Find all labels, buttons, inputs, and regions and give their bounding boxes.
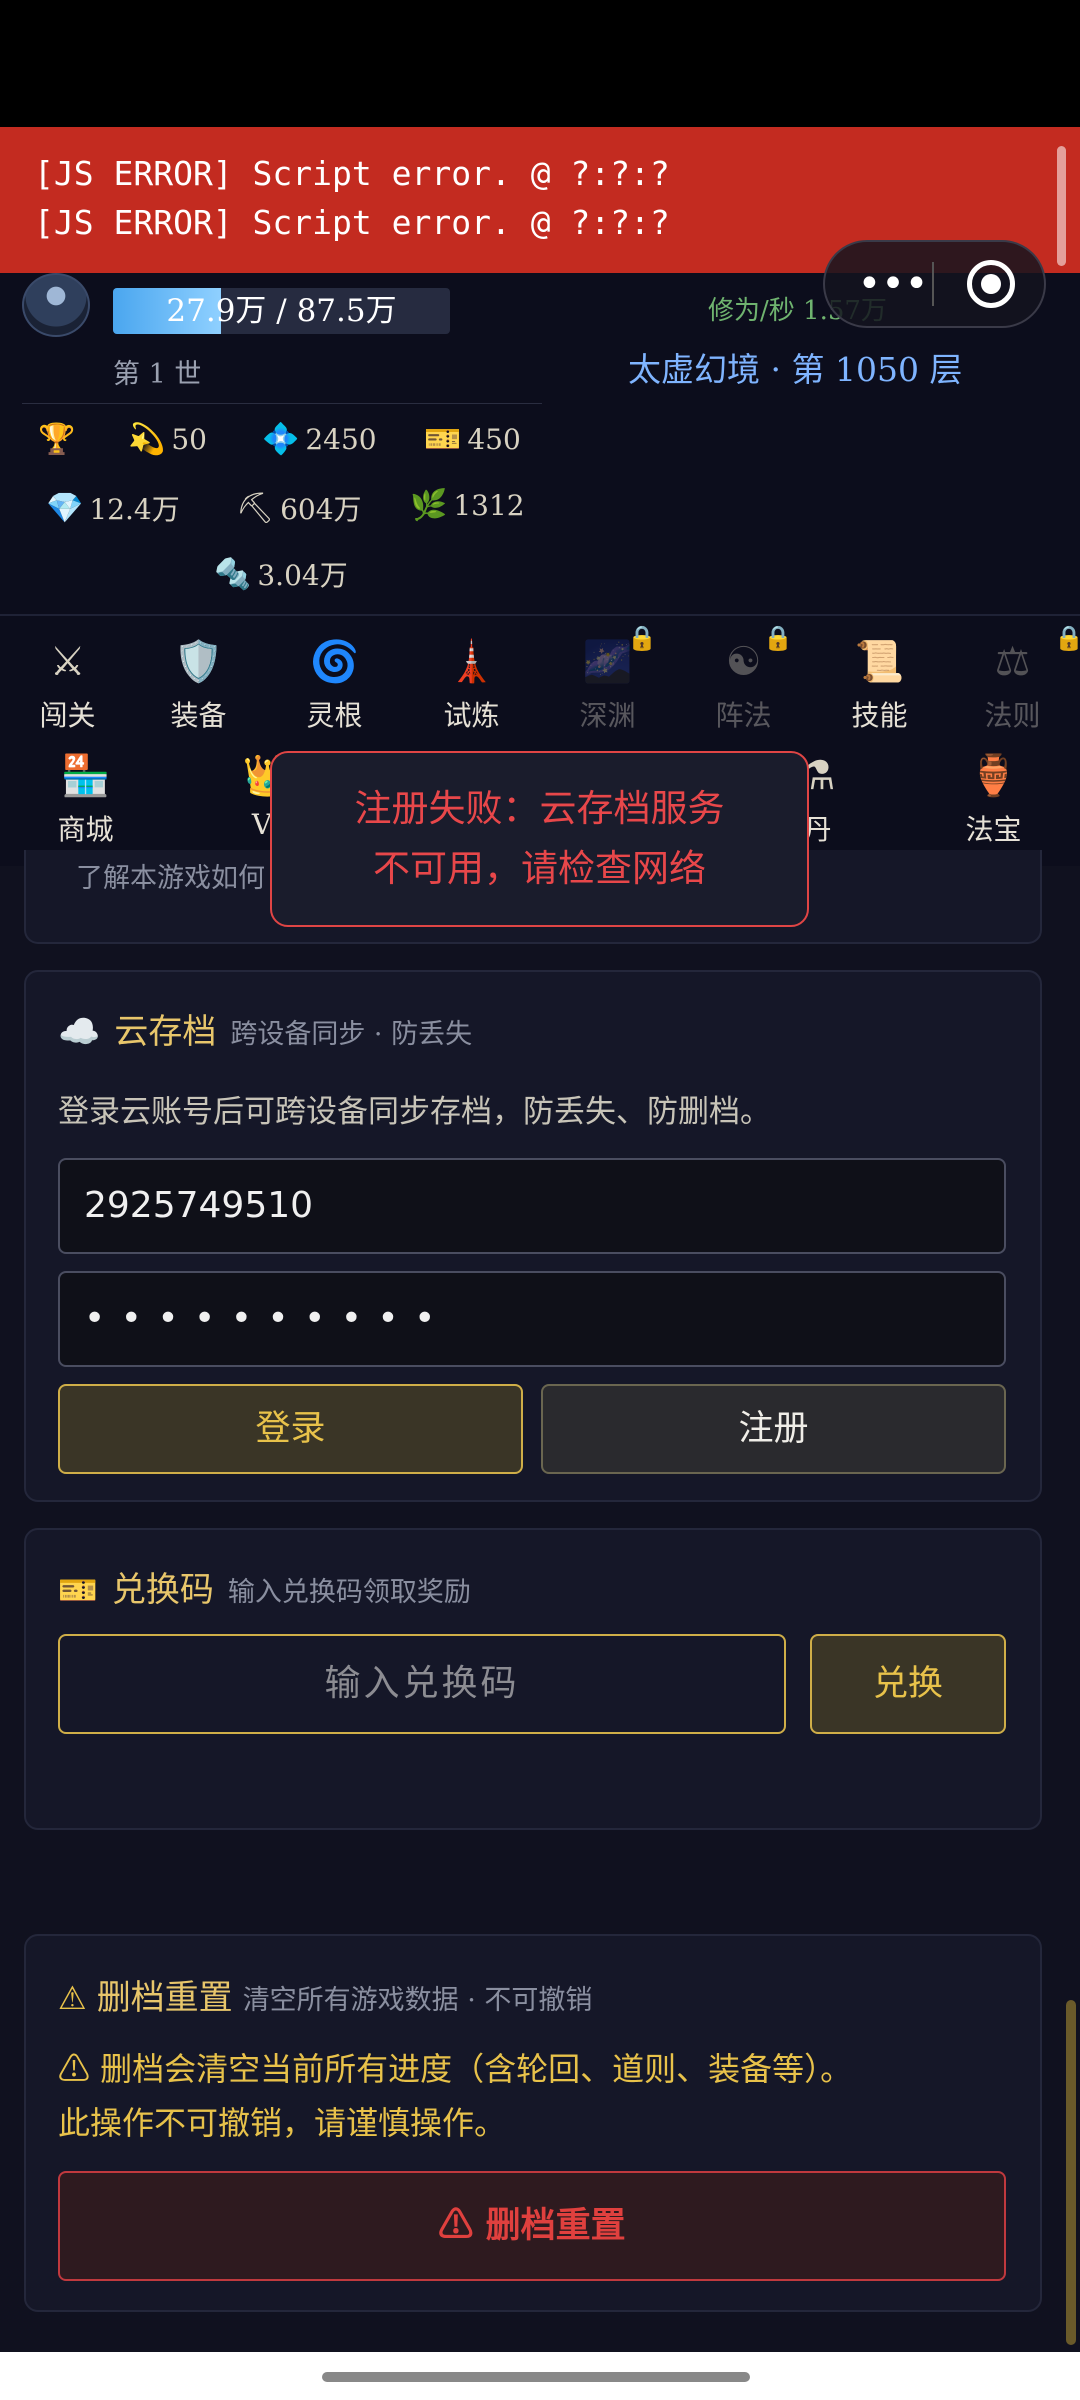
error-toast: 注册失败：云存档服务 不可用，请检查网络 <box>270 751 809 927</box>
page-scrollbar[interactable] <box>1066 2000 1076 2345</box>
cloud-save-title: 云存档 <box>114 1012 217 1052</box>
stat-value: 3.04万 <box>257 559 348 592</box>
trophy-icon: 🏆 <box>38 422 76 457</box>
generation-label: 第 1 世 <box>113 359 202 390</box>
scroll-icon: 📜 <box>854 639 905 685</box>
stat-value: 604万 <box>280 493 362 526</box>
cloud-save-subtitle: 跨设备同步 · 防丢失 <box>230 1019 473 1050</box>
herb-icon: 🌿 <box>410 488 448 523</box>
shop-icon: 🏪 <box>60 753 111 799</box>
nav-label: 技能 <box>851 699 908 732</box>
stat-herb[interactable]: 🌿 1312 <box>410 488 525 523</box>
redeem-subtitle: 输入兑换码领取奖励 <box>227 1577 471 1608</box>
cloud-save-description: 登录云账号后可跨设备同步存档，防丢失、防删档。 <box>58 1094 771 1130</box>
redeem-title: 兑换码 <box>111 1570 214 1610</box>
status-bar <box>0 0 1080 127</box>
login-button[interactable]: 登录 <box>58 1384 523 1474</box>
nav-item-abyss[interactable]: 🌌 深渊 🔒 <box>540 624 675 734</box>
nav-item-treasure[interactable]: 🏺 法宝 <box>926 750 1061 848</box>
nav-item-chuangguan[interactable]: ⚔ 闯关 <box>0 636 135 734</box>
stat-trophy[interactable]: 🏆 <box>38 422 81 457</box>
toast-line: 注册失败：云存档服务 <box>354 787 725 830</box>
nav-label: 装备 <box>170 699 227 732</box>
shield-icon: 🛡️ <box>173 639 224 685</box>
nav-label: 法则 <box>984 699 1041 732</box>
lock-icon: 🔒 <box>763 624 793 652</box>
home-indicator[interactable] <box>322 2372 750 2382</box>
nav-label: 阵法 <box>715 699 772 732</box>
swords-icon: ⚔ <box>49 639 86 685</box>
error-line: [JS ERROR] Script error. @ ?:?:? <box>34 154 670 193</box>
reset-subtitle: 清空所有游戏数据 · 不可撤销 <box>242 1985 593 2016</box>
lock-icon: 🔒 <box>1054 624 1080 652</box>
reset-title: 删档重置 <box>96 1978 233 2018</box>
redeem-button[interactable]: 兑换 <box>810 1634 1006 1734</box>
nav-item-trial[interactable]: 🗼 试炼 <box>404 636 539 734</box>
nav-label: 法宝 <box>965 813 1022 846</box>
nav-label: 试炼 <box>443 699 500 732</box>
nav-item-law[interactable]: ⚖ 法则 🔒 <box>945 624 1080 734</box>
stat-gem[interactable]: 💎 12.4万 <box>46 488 180 528</box>
nav-item-equipment[interactable]: 🛡️ 装备 <box>131 636 266 734</box>
crystal-icon: 💠 <box>262 422 300 457</box>
spiral-icon: 🌀 <box>309 639 360 685</box>
divider <box>22 403 542 404</box>
stat-value: 1312 <box>453 489 525 522</box>
reset-warning-line: 此操作不可撤销，请谨慎操作。 <box>58 2104 507 2142</box>
vase-icon: 🏺 <box>968 753 1019 799</box>
delete-save-button[interactable]: ⚠ 删档重置 <box>58 2171 1006 2281</box>
avatar[interactable] <box>22 273 90 337</box>
nav-label: 商城 <box>57 813 114 846</box>
ticket-icon: 🎫 <box>424 422 462 457</box>
reset-header: ⚠ 删档重置 清空所有游戏数据 · 不可撤销 <box>58 1970 592 2019</box>
error-scrollbar[interactable] <box>1057 146 1066 266</box>
pickaxe-icon: ⛏ <box>236 490 275 526</box>
sparkle-icon: 💫 <box>128 422 166 457</box>
cloud-save-header: ☁️ 云存档 跨设备同步 · 防丢失 <box>58 1004 472 1053</box>
stat-value: 2450 <box>305 423 377 456</box>
exp-text: 27.9万 / 87.5万 <box>166 293 397 329</box>
exp-progress-bar: 27.9万 / 87.5万 <box>113 288 450 334</box>
gem-icon: 💎 <box>46 490 84 526</box>
tower-icon: 🗼 <box>446 639 497 685</box>
realm-label: 太虚幻境 · 第 1050 层 <box>628 350 963 389</box>
reset-warning-line: ⚠ 删档会清空当前所有进度（含轮回、道则、装备等）。 <box>58 2050 853 2088</box>
stat-value: 12.4万 <box>89 493 180 526</box>
nav-item-linggen[interactable]: 🌀 灵根 <box>267 636 402 734</box>
cloud-icon: ☁️ <box>58 1012 101 1052</box>
account-field[interactable]: 2925749510 <box>58 1158 1006 1254</box>
nav-label: 闯关 <box>39 699 96 732</box>
toast-line: 不可用，请检查网络 <box>373 847 706 890</box>
stat-sparkle[interactable]: 💫 50 <box>128 422 207 457</box>
stat-pickaxe[interactable]: ⛏ 604万 <box>236 488 362 528</box>
capsule-divider <box>932 262 934 306</box>
register-button[interactable]: 注册 <box>541 1384 1006 1474</box>
bolt-icon: 🔩 <box>214 556 252 592</box>
ticket-icon: 🎫 <box>58 1571 98 1609</box>
nav-item-shop[interactable]: 🏪 商城 <box>18 750 153 848</box>
lock-icon: 🔒 <box>627 624 657 652</box>
nav-label: 灵根 <box>306 699 363 732</box>
nav-item-skills[interactable]: 📜 技能 <box>812 636 947 734</box>
stat-crystal[interactable]: 💠 2450 <box>262 422 377 457</box>
stat-value: 50 <box>171 423 207 456</box>
stat-bolt[interactable]: 🔩 3.04万 <box>214 554 348 594</box>
stat-value: 450 <box>467 423 521 456</box>
redeem-header: 🎫 兑换码 输入兑换码领取奖励 <box>58 1562 471 1611</box>
nav-label: 深渊 <box>579 699 636 732</box>
password-field[interactable]: • • • • • • • • • • <box>58 1271 1006 1367</box>
stat-ticket[interactable]: 🎫 450 <box>424 422 521 457</box>
redeem-code-input[interactable]: 输入兑换码 <box>58 1634 786 1734</box>
warning-icon: ⚠ <box>58 1979 87 2017</box>
nav-item-formation[interactable]: ☯ 阵法 🔒 <box>676 624 811 734</box>
more-menu-icon[interactable]: ••• <box>853 256 933 312</box>
close-miniprogram-icon[interactable] <box>967 260 1015 308</box>
guide-text: 了解本游戏如何 <box>76 863 265 894</box>
